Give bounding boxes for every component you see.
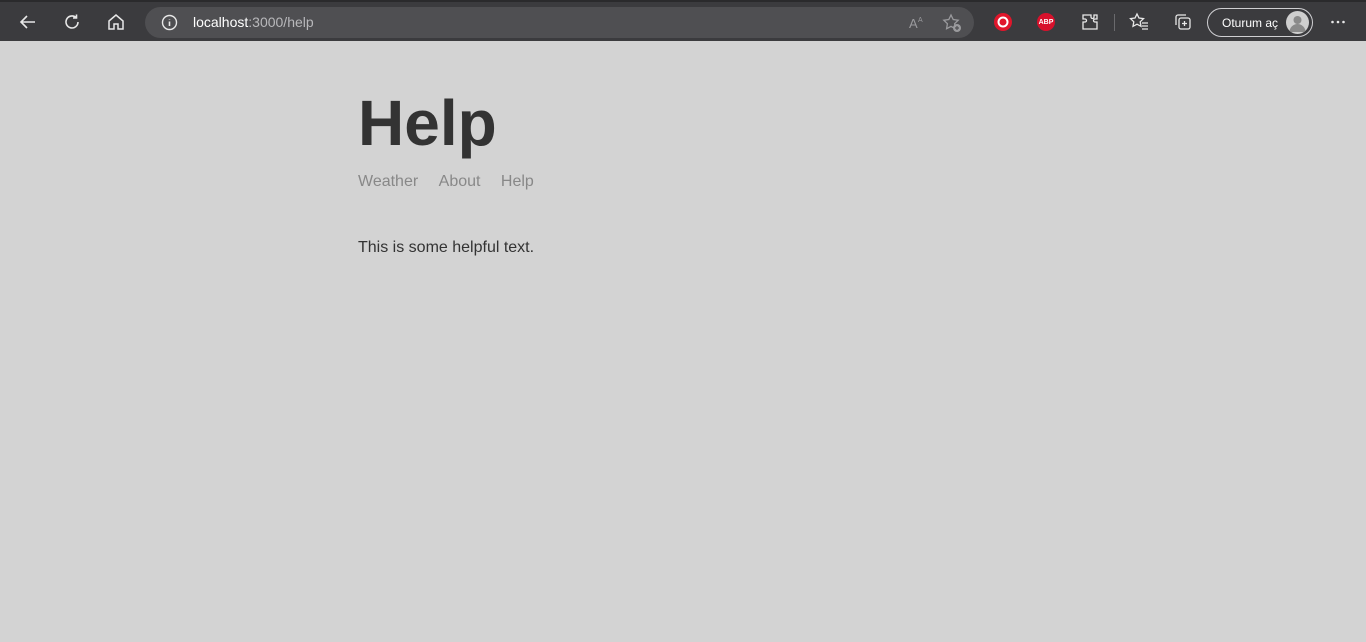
read-aloud-icon[interactable]: A A	[906, 13, 926, 33]
collections-icon[interactable]	[1169, 8, 1197, 36]
browser-toolbar: localhost:3000/help A A ABP Oturum aç	[0, 0, 1366, 41]
more-icon[interactable]	[1324, 8, 1352, 36]
nav-link-weather[interactable]: Weather	[358, 173, 418, 191]
info-icon[interactable]	[161, 14, 178, 31]
adblock-plus-icon[interactable]: ABP	[1037, 13, 1055, 31]
sign-in-button[interactable]: Oturum aç	[1207, 8, 1313, 37]
svg-text:A: A	[909, 16, 918, 31]
adblock-label: ABP	[1038, 18, 1054, 26]
refresh-icon[interactable]	[58, 8, 86, 36]
address-bar[interactable]: localhost:3000/help A A	[145, 7, 974, 38]
add-favorite-icon[interactable]	[942, 13, 962, 33]
home-icon[interactable]	[102, 8, 130, 36]
back-icon[interactable]	[14, 8, 42, 36]
extension-red-icon[interactable]	[994, 13, 1012, 31]
page-title: Help	[358, 87, 497, 159]
main-nav: Weather About Help	[358, 173, 550, 191]
help-text: This is some helpful text.	[358, 239, 535, 256]
url-text: localhost:3000/help	[193, 14, 314, 30]
svg-text:A: A	[918, 17, 923, 24]
sign-in-label: Oturum aç	[1222, 16, 1279, 30]
toolbar-divider	[1114, 14, 1115, 31]
nav-link-help[interactable]: Help	[501, 173, 534, 191]
favorites-icon[interactable]	[1125, 8, 1153, 36]
nav-link-about[interactable]: About	[439, 173, 481, 191]
avatar	[1286, 11, 1309, 34]
extensions-icon[interactable]	[1076, 8, 1104, 36]
